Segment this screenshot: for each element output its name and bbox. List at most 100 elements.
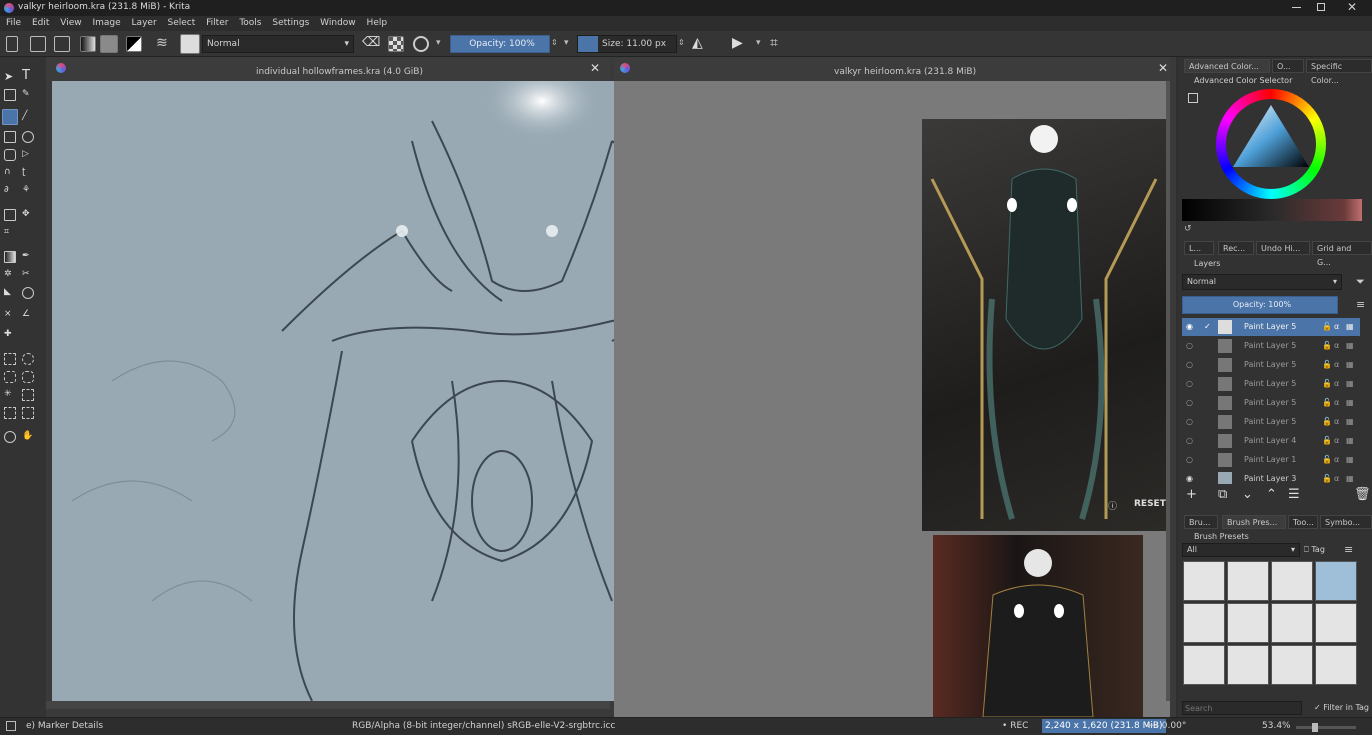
horizontal-scrollbar[interactable] — [46, 701, 610, 709]
inherit-alpha-icon[interactable]: ▦ — [1346, 356, 1354, 374]
inherit-alpha-icon[interactable]: ▦ — [1346, 337, 1354, 355]
alpha-icon[interactable]: α — [1334, 318, 1339, 336]
menu-edit[interactable]: Edit — [32, 16, 49, 31]
zoom-tool-icon[interactable] — [4, 431, 16, 443]
add-layer-icon[interactable]: + — [1186, 487, 1197, 502]
tab-tool-options[interactable]: Too... — [1288, 515, 1318, 529]
freehand-path-tool-icon[interactable]: ʈ — [22, 167, 34, 179]
eye-icon[interactable]: ○ — [1186, 356, 1193, 374]
tag-button[interactable]: ⎕ Tag — [1304, 545, 1325, 555]
measure-tool-icon[interactable]: ∠ — [22, 309, 34, 321]
alpha-icon[interactable]: α — [1334, 413, 1339, 431]
brush-preset[interactable] — [1183, 645, 1225, 685]
close-icon[interactable]: ✕ — [590, 61, 600, 75]
layer-properties-icon[interactable]: ☰ — [1288, 487, 1300, 502]
move-layer-up-icon[interactable]: ⌃ — [1266, 487, 1277, 502]
zoom-slider-handle[interactable] — [1312, 723, 1318, 732]
menu-filter[interactable]: Filter — [206, 16, 228, 31]
settings-icon[interactable] — [1188, 93, 1198, 103]
lock-icon[interactable]: 🔓 — [1322, 337, 1332, 355]
brush-preset[interactable] — [1227, 603, 1269, 643]
size-stepper-icon[interactable]: ⇕ — [678, 38, 685, 47]
pan-tool-icon[interactable]: ✋ — [22, 431, 34, 443]
smart-patch-tool-icon[interactable]: ✂ — [22, 269, 34, 281]
brush-preset[interactable] — [1227, 645, 1269, 685]
tab-advanced-color[interactable]: Advanced Color... — [1184, 59, 1270, 73]
pattern-icon[interactable] — [100, 35, 118, 53]
menu-view[interactable]: View — [60, 16, 81, 31]
tab-overview[interactable]: O... — [1272, 59, 1304, 73]
brush-preset[interactable] — [1271, 603, 1313, 643]
alpha-icon[interactable]: α — [1334, 432, 1339, 450]
text-tool-icon[interactable]: T — [22, 69, 34, 82]
eye-icon[interactable]: ○ — [1186, 432, 1193, 450]
chevron-down-icon[interactable]: ▾ — [756, 38, 761, 48]
preserve-alpha-icon[interactable] — [388, 36, 404, 52]
brush-preset[interactable] — [1271, 645, 1313, 685]
brush-preset[interactable] — [1183, 603, 1225, 643]
eye-icon[interactable]: ◉ — [1186, 470, 1193, 484]
foreground-background-color-icon[interactable] — [126, 36, 142, 52]
tab-recorder[interactable]: Rec... — [1218, 241, 1254, 255]
ellipse-tool-icon[interactable] — [22, 131, 34, 143]
layer-row[interactable]: ○ Paint Layer 5 🔓 α ▦ — [1182, 356, 1360, 374]
brush-preset[interactable] — [1227, 561, 1269, 601]
menu-help[interactable]: Help — [367, 16, 388, 31]
mirror-vertical-icon[interactable]: ▶ — [732, 36, 748, 52]
dynamic-brush-tool-icon[interactable]: ∂ — [4, 185, 16, 197]
alpha-icon[interactable]: α — [1334, 356, 1339, 374]
inherit-alpha-icon[interactable]: ▦ — [1346, 451, 1354, 469]
rectangle-tool-icon[interactable] — [4, 131, 16, 143]
color-picker-tool-icon[interactable]: ✒ — [22, 251, 34, 263]
layer-blend-mode-select[interactable]: Normal ▾ — [1182, 274, 1342, 290]
brush-search-input[interactable] — [1182, 701, 1302, 715]
select-shapes-tool-icon[interactable]: ➤ — [4, 71, 16, 83]
gradient-tool-icon[interactable] — [4, 251, 16, 263]
lock-icon[interactable]: 🔓 — [1322, 356, 1332, 374]
inherit-alpha-icon[interactable]: ▦ — [1346, 318, 1354, 336]
lock-icon[interactable]: 🔓 — [1322, 375, 1332, 393]
rotation-indicator[interactable]: ⟷ 0.00° — [1146, 721, 1186, 731]
minimize-icon[interactable] — [1292, 7, 1301, 8]
brush-preset[interactable] — [1315, 561, 1357, 601]
reload-preset-icon[interactable] — [413, 36, 429, 52]
opacity-slider[interactable]: Opacity: 100% — [450, 35, 550, 53]
colorize-mask-tool-icon[interactable]: ✲ — [4, 269, 16, 281]
crop-tool-icon[interactable]: ⌗ — [4, 227, 16, 239]
layer-row[interactable]: ◉ Paint Layer 3 🔓 α ▦ — [1182, 470, 1360, 484]
lock-icon[interactable]: 🔓 — [1322, 413, 1332, 431]
fill-tool-icon[interactable]: ◣ — [4, 287, 16, 299]
assistant-tool-icon[interactable]: ⨯ — [4, 309, 16, 321]
color-profile-label[interactable]: RGB/Alpha (8-bit integer/channel) sRGB-e… — [352, 721, 615, 731]
similar-selection-tool-icon[interactable] — [22, 389, 34, 401]
contiguous-selection-tool-icon[interactable]: ✳ — [4, 389, 16, 401]
menu-window[interactable]: Window — [320, 16, 356, 31]
duplicate-layer-icon[interactable]: ⧉ — [1218, 487, 1227, 502]
brush-filter-select[interactable]: All ▾ — [1182, 543, 1300, 557]
calligraphy-tool-icon[interactable]: ✎ — [22, 89, 34, 101]
brush-preset[interactable] — [1315, 645, 1357, 685]
tab-symbols[interactable]: Symbo... — [1320, 515, 1372, 529]
checkbox-icon[interactable]: ✓ — [1204, 318, 1211, 336]
tab-layers[interactable]: L... — [1184, 241, 1214, 255]
lock-icon[interactable]: 🔓 — [1322, 451, 1332, 469]
tab-brush-presets[interactable]: Brush Pres... — [1222, 515, 1286, 529]
layer-opacity-slider[interactable]: Opacity: 100% — [1182, 296, 1338, 314]
lock-icon[interactable]: 🔓 — [1322, 318, 1332, 336]
menu-image[interactable]: Image — [92, 16, 120, 31]
menu-settings[interactable]: Settings — [272, 16, 309, 31]
menu-file[interactable]: File — [6, 16, 21, 31]
reference-image-2[interactable] — [933, 535, 1143, 717]
alpha-icon[interactable]: α — [1334, 451, 1339, 469]
close-icon[interactable]: ✕ — [1158, 61, 1168, 75]
layer-row[interactable]: ◉ ✓ Paint Layer 5 🔓 α ▦ — [1182, 318, 1360, 336]
inherit-alpha-icon[interactable]: ▦ — [1346, 394, 1354, 412]
eraser-icon[interactable]: ⌫ — [362, 36, 380, 52]
refresh-icon[interactable]: ↺ — [1184, 224, 1192, 234]
record-indicator[interactable]: • REC — [1002, 721, 1028, 731]
eye-icon[interactable]: ○ — [1186, 451, 1193, 469]
brush-preset[interactable] — [1183, 561, 1225, 601]
tab-grid-guides[interactable]: Grid and G... — [1312, 241, 1372, 267]
tab-specific-color[interactable]: Specific Color... — [1306, 59, 1372, 85]
layer-row[interactable]: ○ Paint Layer 1 🔓 α ▦ — [1182, 451, 1360, 469]
